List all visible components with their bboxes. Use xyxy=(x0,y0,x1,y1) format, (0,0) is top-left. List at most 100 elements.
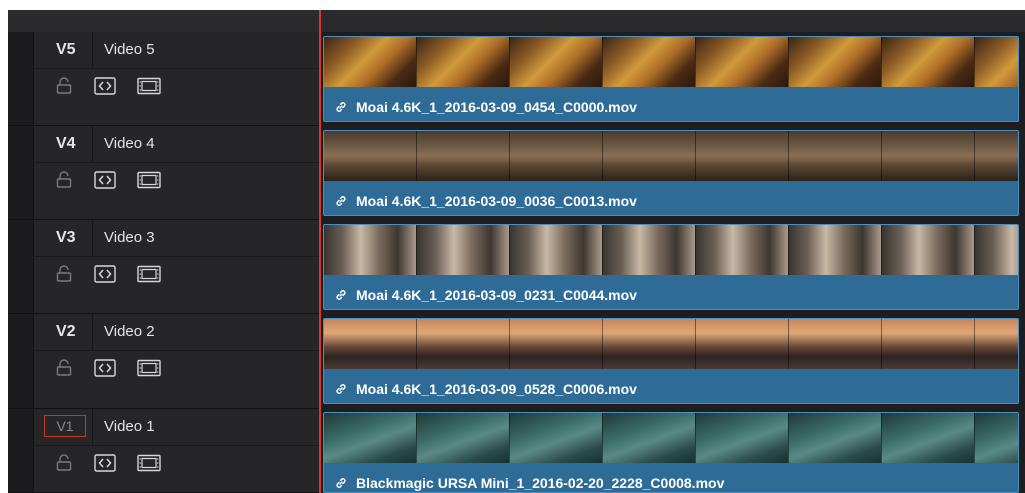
track-header-body: V4 Video 4 xyxy=(34,126,319,219)
track-title-row: V5 Video 5 xyxy=(34,32,319,69)
track-header-v1[interactable]: V1 Video 1 xyxy=(8,409,319,493)
thumbnail-frame xyxy=(882,37,975,87)
clip-name-row: Moai 4.6K_1_2016-03-09_0528_C0006.mov xyxy=(334,379,637,399)
track-id-label[interactable]: V5 xyxy=(56,41,76,59)
track-header-v3[interactable]: V3 Video 3 xyxy=(8,220,319,314)
film-strip-icon[interactable] xyxy=(137,265,161,288)
divider xyxy=(92,220,93,256)
auto-select-icon[interactable] xyxy=(94,265,116,288)
thumbnail-frame xyxy=(324,37,417,87)
track-title-row: V3 Video 3 xyxy=(34,220,319,257)
clip-thumbnails xyxy=(324,225,1018,275)
thumbnail-frame xyxy=(603,413,696,463)
clip-name-row: Moai 4.6K_1_2016-03-09_0454_C0000.mov xyxy=(334,97,637,117)
track-header-body: V5 Video 5 xyxy=(34,32,319,125)
thumbnail-frame xyxy=(603,131,696,181)
track-title-row: V2 Video 2 xyxy=(34,314,319,351)
lock-icon[interactable] xyxy=(56,454,72,477)
thumbnail-frame xyxy=(975,413,1018,463)
clip-filename: Moai 4.6K_1_2016-03-09_0231_C0044.mov xyxy=(356,287,637,303)
thumbnail-frame xyxy=(324,131,417,181)
track-id-label[interactable]: V3 xyxy=(56,229,76,247)
track-name-label[interactable]: Video 4 xyxy=(104,135,155,152)
track-header-strip xyxy=(8,32,34,125)
video-clip-v3[interactable]: Moai 4.6K_1_2016-03-09_0231_C0044.mov xyxy=(323,224,1019,310)
track-header-body: V3 Video 3 xyxy=(34,220,319,313)
lock-icon[interactable] xyxy=(56,359,72,382)
film-strip-icon[interactable] xyxy=(137,77,161,100)
link-icon xyxy=(336,102,346,112)
thumbnail-frame xyxy=(603,37,696,87)
auto-select-icon[interactable] xyxy=(94,171,116,194)
track-header-body: V1 Video 1 xyxy=(34,409,319,492)
thumbnail-frame xyxy=(696,131,789,181)
lock-icon[interactable] xyxy=(56,171,72,194)
divider xyxy=(92,126,93,162)
film-strip-icon[interactable] xyxy=(137,454,161,477)
track-title-row: V4 Video 4 xyxy=(34,126,319,163)
thumbnail-frame xyxy=(882,319,975,369)
divider xyxy=(92,409,93,445)
timeline-panel: V5 Video 5 V4 Video 4 V3 Video 3 V2 Vide… xyxy=(8,10,1025,493)
clip-filename: Moai 4.6K_1_2016-03-09_0454_C0000.mov xyxy=(356,99,637,115)
track-header-strip xyxy=(8,409,34,492)
divider xyxy=(92,32,93,68)
thumbnail-frame xyxy=(417,37,510,87)
track-name-label[interactable]: Video 5 xyxy=(104,41,155,58)
thumbnail-frame xyxy=(603,319,696,369)
thumbnail-frame xyxy=(789,413,882,463)
thumbnail-frame xyxy=(696,319,789,369)
track-id-label[interactable]: V4 xyxy=(56,135,76,153)
link-icon xyxy=(336,196,346,206)
track-name-label[interactable]: Video 1 xyxy=(104,418,155,435)
video-clip-v4[interactable]: Moai 4.6K_1_2016-03-09_0036_C0013.mov xyxy=(323,130,1019,216)
clip-thumbnails xyxy=(324,319,1018,369)
destination-track-selector[interactable]: V1 xyxy=(44,415,86,437)
thumbnail-frame xyxy=(510,413,603,463)
clip-filename: Moai 4.6K_1_2016-03-09_0528_C0006.mov xyxy=(356,381,637,397)
thumbnail-frame xyxy=(510,319,603,369)
link-icon xyxy=(336,290,346,300)
lock-icon[interactable] xyxy=(56,77,72,100)
thumbnail-frame xyxy=(510,131,603,181)
thumbnail-frame xyxy=(975,319,1018,369)
track-header-v4[interactable]: V4 Video 4 xyxy=(8,126,319,220)
film-strip-icon[interactable] xyxy=(137,171,161,194)
thumbnail-frame xyxy=(324,319,417,369)
lock-icon[interactable] xyxy=(56,265,72,288)
thumbnail-frame xyxy=(510,225,603,275)
thumbnail-frame xyxy=(882,225,975,275)
auto-select-icon[interactable] xyxy=(94,77,116,100)
thumbnail-frame xyxy=(882,413,975,463)
thumbnail-frame xyxy=(417,413,510,463)
playhead[interactable] xyxy=(319,10,321,493)
thumbnail-frame xyxy=(882,131,975,181)
track-header-strip xyxy=(8,314,34,408)
clip-filename: Moai 4.6K_1_2016-03-09_0036_C0013.mov xyxy=(356,193,637,209)
track-id-label[interactable]: V2 xyxy=(56,323,76,341)
auto-select-icon[interactable] xyxy=(94,454,116,477)
timeline-ruler[interactable] xyxy=(8,10,1025,33)
thumbnail-frame xyxy=(975,225,1018,275)
track-header-body: V2 Video 2 xyxy=(34,314,319,408)
track-header-strip xyxy=(8,220,34,313)
track-name-label[interactable]: Video 3 xyxy=(104,229,155,246)
thumbnail-frame xyxy=(975,37,1018,87)
track-name-label[interactable]: Video 2 xyxy=(104,323,155,340)
clip-name-row: Moai 4.6K_1_2016-03-09_0231_C0044.mov xyxy=(334,285,637,305)
thumbnail-frame xyxy=(510,37,603,87)
video-clip-v1[interactable]: Blackmagic URSA Mini_1_2016-02-20_2228_C… xyxy=(323,412,1019,493)
auto-select-icon[interactable] xyxy=(94,359,116,382)
thumbnail-frame xyxy=(975,131,1018,181)
link-icon xyxy=(336,384,346,394)
thumbnail-frame xyxy=(417,319,510,369)
thumbnail-frame xyxy=(603,225,696,275)
clip-name-row: Moai 4.6K_1_2016-03-09_0036_C0013.mov xyxy=(334,191,637,211)
clip-track-area: Moai 4.6K_1_2016-03-09_0454_C0000.mov Mo… xyxy=(321,32,1025,493)
video-clip-v2[interactable]: Moai 4.6K_1_2016-03-09_0528_C0006.mov xyxy=(323,318,1019,404)
clip-filename: Blackmagic URSA Mini_1_2016-02-20_2228_C… xyxy=(356,475,725,491)
video-clip-v5[interactable]: Moai 4.6K_1_2016-03-09_0454_C0000.mov xyxy=(323,36,1019,122)
track-header-v5[interactable]: V5 Video 5 xyxy=(8,32,319,126)
film-strip-icon[interactable] xyxy=(137,359,161,382)
track-header-v2[interactable]: V2 Video 2 xyxy=(8,314,319,409)
